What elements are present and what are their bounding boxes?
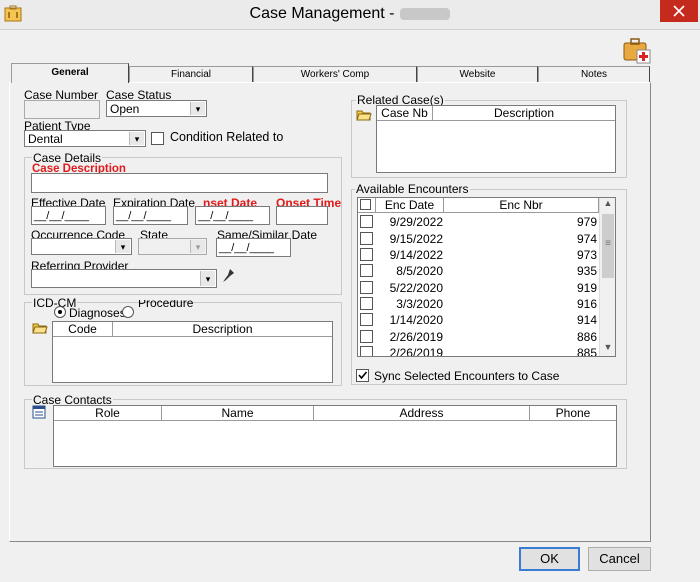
- diagnoses-radio[interactable]: [54, 306, 66, 318]
- table-row[interactable]: 2/26/2019 885: [358, 344, 599, 357]
- table-row[interactable]: 8/5/2020 935: [358, 262, 599, 278]
- tab-notes[interactable]: Notes: [538, 66, 650, 82]
- ok-button[interactable]: OK: [519, 547, 580, 571]
- enc-nbr-cell: 973: [576, 248, 597, 262]
- row-checkbox[interactable]: [360, 215, 373, 228]
- tab-financial[interactable]: Financial: [129, 66, 253, 82]
- same-similar-date-input[interactable]: __/__/____: [216, 238, 291, 257]
- column-header-phone[interactable]: Phone: [530, 406, 616, 421]
- sync-encounters-checkbox[interactable]: [356, 369, 369, 382]
- enc-date-cell: 8/5/2020: [396, 264, 443, 278]
- enc-date-cell: 9/15/2022: [389, 232, 443, 246]
- chevron-down-icon: ▾: [190, 240, 205, 253]
- enc-nbr-cell: 974: [576, 232, 597, 246]
- expiration-date-input[interactable]: __/__/____: [113, 206, 188, 225]
- tab-website[interactable]: Website: [417, 66, 538, 82]
- available-encounters-title: Available Encounters: [355, 182, 470, 196]
- tab-general[interactable]: General: [11, 63, 129, 83]
- column-header-address[interactable]: Address: [314, 406, 530, 421]
- enc-nbr-cell: 935: [576, 264, 597, 278]
- onset-date-input[interactable]: __/__/____: [195, 206, 270, 225]
- row-checkbox[interactable]: [360, 330, 373, 343]
- select-all-header[interactable]: [358, 198, 376, 213]
- occurrence-code-select[interactable]: ▾: [31, 238, 132, 255]
- table-row[interactable]: 9/15/2022 974: [358, 230, 599, 246]
- scroll-down-icon[interactable]: ▼: [600, 342, 615, 356]
- cancel-button[interactable]: Cancel: [588, 547, 651, 571]
- medical-case-icon[interactable]: [622, 36, 652, 64]
- column-header-code[interactable]: Code: [53, 322, 113, 337]
- table-row[interactable]: 9/14/2022 973: [358, 246, 599, 262]
- contacts-list-icon[interactable]: [32, 405, 46, 419]
- enc-nbr-cell: 916: [576, 297, 597, 311]
- column-header-name[interactable]: Name: [162, 406, 314, 421]
- close-button[interactable]: [660, 0, 698, 22]
- state-select[interactable]: ▾: [138, 238, 207, 255]
- onset-time-input[interactable]: [276, 206, 328, 225]
- table-row[interactable]: 2/26/2019 886: [358, 328, 599, 344]
- table-row[interactable]: 3/3/2020 916: [358, 295, 599, 311]
- scroll-thumb[interactable]: ≡: [602, 214, 614, 278]
- patient-type-select[interactable]: Dental ▾: [24, 130, 146, 147]
- encounters-grid[interactable]: Enc Date Enc Nbr 9/29/2022 979 9/15/2022…: [357, 197, 616, 357]
- table-row[interactable]: 5/22/2020 919: [358, 279, 599, 295]
- checkmark-icon: [358, 371, 368, 380]
- case-contacts-grid[interactable]: Role Name Address Phone: [53, 405, 617, 467]
- table-row[interactable]: 9/29/2022 979: [358, 213, 599, 229]
- enc-date-cell: 2/26/2019: [389, 346, 443, 357]
- referring-provider-select[interactable]: ▾: [31, 269, 217, 288]
- column-header-role[interactable]: Role: [54, 406, 162, 421]
- condition-related-checkbox[interactable]: [151, 132, 164, 145]
- row-checkbox[interactable]: [360, 264, 373, 277]
- enc-nbr-cell: 919: [576, 281, 597, 295]
- row-checkbox[interactable]: [360, 281, 373, 294]
- folder-open-icon[interactable]: [32, 321, 48, 335]
- condition-related-label: Condition Related to: [170, 130, 284, 144]
- row-checkbox[interactable]: [360, 232, 373, 245]
- enc-nbr-cell: 886: [576, 330, 597, 344]
- enc-nbr-cell: 979: [576, 215, 597, 229]
- chevron-down-icon: ▾: [115, 240, 130, 253]
- column-header-description[interactable]: Description: [433, 106, 615, 121]
- column-header-case-nb[interactable]: Case Nb: [377, 106, 433, 121]
- enc-nbr-cell: 914: [576, 313, 597, 327]
- procedure-radio[interactable]: [122, 306, 134, 318]
- row-checkbox[interactable]: [360, 297, 373, 310]
- enc-date-cell: 3/3/2020: [396, 297, 443, 311]
- encounters-scrollbar[interactable]: ▲ ≡ ▼: [599, 198, 615, 356]
- column-header-description[interactable]: Description: [113, 322, 332, 337]
- enc-date-cell: 5/22/2020: [389, 281, 443, 295]
- row-checkbox[interactable]: [360, 313, 373, 326]
- effective-date-input[interactable]: __/__/____: [31, 206, 106, 225]
- case-number-field[interactable]: [24, 100, 100, 119]
- chevron-down-icon: ▾: [129, 132, 144, 145]
- sync-encounters-label: Sync Selected Encounters to Case: [374, 369, 560, 383]
- enc-date-cell: 2/26/2019: [389, 330, 443, 344]
- related-cases-grid[interactable]: Case Nb Description: [376, 105, 616, 173]
- window-title: Case Management -: [0, 5, 700, 23]
- chevron-down-icon: ▾: [190, 102, 205, 115]
- column-header-enc-date[interactable]: Enc Date: [376, 198, 444, 213]
- case-status-select[interactable]: Open ▾: [106, 100, 207, 117]
- table-row[interactable]: 1/14/2020 914: [358, 311, 599, 327]
- enc-date-cell: 1/14/2020: [389, 313, 443, 327]
- pin-icon[interactable]: [221, 268, 235, 284]
- enc-date-cell: 9/14/2022: [389, 248, 443, 262]
- row-checkbox[interactable]: [360, 248, 373, 261]
- chevron-down-icon: ▾: [200, 271, 215, 286]
- case-description-input[interactable]: [31, 173, 328, 193]
- tab-workers-comp[interactable]: Workers' Comp: [253, 66, 417, 82]
- diagnoses-label: Diagnoses: [69, 306, 126, 320]
- close-icon: [673, 5, 685, 17]
- scroll-up-icon[interactable]: ▲: [600, 198, 615, 212]
- column-header-enc-nbr[interactable]: Enc Nbr: [444, 198, 599, 213]
- folder-open-icon[interactable]: [356, 108, 372, 122]
- enc-nbr-cell: 885: [576, 346, 597, 357]
- row-checkbox[interactable]: [360, 346, 373, 356]
- procedure-label: Procedure: [138, 300, 194, 308]
- enc-date-cell: 9/29/2022: [389, 215, 443, 229]
- select-all-checkbox[interactable]: [360, 199, 371, 210]
- icd-grid[interactable]: Code Description: [52, 321, 333, 383]
